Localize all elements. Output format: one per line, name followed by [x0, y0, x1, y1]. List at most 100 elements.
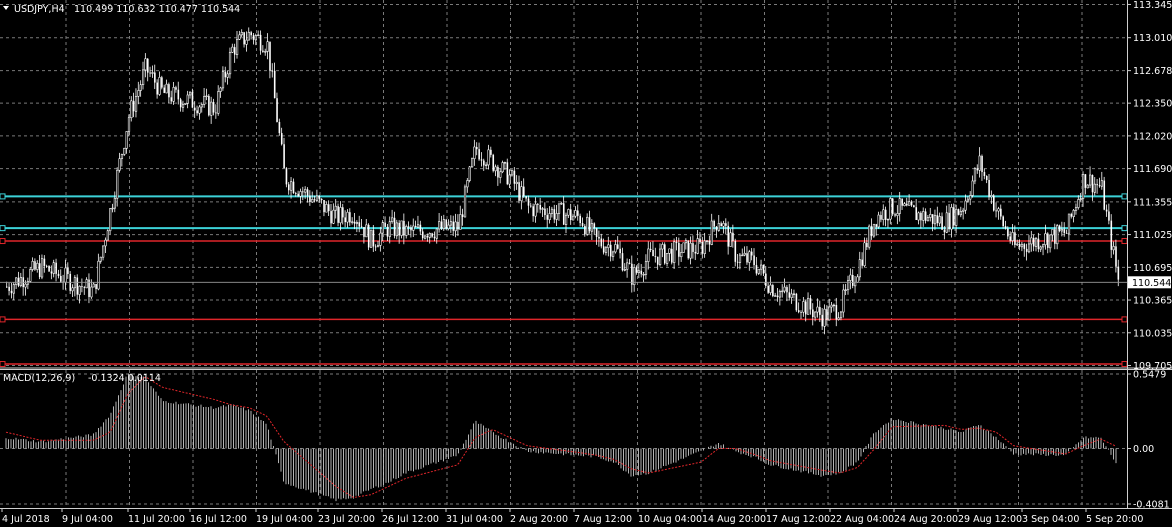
candle-up [849, 274, 852, 281]
candle-down [421, 231, 424, 239]
candle-down [687, 240, 690, 259]
candle-down [598, 236, 600, 239]
candle-down [50, 271, 53, 274]
candle-up [134, 95, 138, 112]
candle-down [692, 243, 694, 252]
candle-up [611, 251, 615, 257]
candle-up [238, 34, 241, 40]
candle-up [574, 210, 577, 217]
line-handle[interactable] [0, 361, 6, 368]
candle-up [254, 35, 258, 41]
candle-up [673, 241, 676, 263]
candle-down [208, 95, 210, 116]
time-tick-label: 31 Jul 04:00 [446, 514, 503, 525]
candle-down [530, 205, 532, 207]
candle-up [144, 58, 147, 71]
candle-down [701, 242, 704, 254]
candle-down [497, 166, 499, 178]
chart-canvas[interactable]: 113.345 113.010 112.678 112.350 112.020 111.6… [0, 0, 1172, 527]
candle-down [302, 191, 304, 193]
candle-up [856, 276, 859, 283]
candle-down [1018, 244, 1021, 247]
candle-up [623, 268, 626, 271]
candle-up [332, 209, 335, 224]
line-handle[interactable] [0, 316, 6, 323]
time-tick-label: 19 Jul 04:00 [256, 514, 313, 525]
candle-down [1047, 233, 1049, 248]
candle-down [170, 97, 173, 102]
candle-down [313, 199, 316, 201]
candle-up [971, 180, 974, 196]
candle-down [656, 256, 659, 265]
candle-up [503, 162, 507, 164]
time-tick-label: 5 Sep 20:00 [1086, 514, 1143, 525]
candle-up [1044, 233, 1047, 246]
candle-down [372, 230, 375, 247]
candle-up [814, 311, 817, 318]
candle-up [31, 261, 34, 270]
candle-down [525, 196, 527, 199]
line-handle[interactable] [0, 225, 6, 232]
candle-up [962, 209, 965, 212]
candle-down [795, 293, 798, 311]
candle-down [414, 225, 417, 228]
candle-up [315, 195, 319, 201]
candle-up [886, 218, 890, 221]
candle-up [1049, 234, 1052, 249]
candle-down [393, 217, 396, 236]
candle-down [262, 50, 264, 52]
candle-down [349, 212, 351, 223]
candle-down [732, 232, 734, 241]
candle-down [819, 307, 821, 315]
candle-up [26, 281, 30, 285]
candle-down [476, 146, 478, 150]
candle-down [306, 189, 309, 196]
candle-down [776, 295, 779, 298]
time-tick-label: 17 Aug 12:00 [766, 514, 830, 525]
candle-up [120, 154, 124, 159]
candle-down [619, 248, 621, 254]
candle-up [705, 240, 709, 242]
line-handle[interactable] [0, 193, 6, 200]
line-handle[interactable] [1121, 361, 1128, 368]
line-handle[interactable] [1121, 316, 1128, 323]
time-tick-label: 4 Jul 2018 [2, 514, 50, 525]
candle-down [280, 133, 283, 145]
candle-down [1063, 229, 1066, 234]
line-handle[interactable] [1121, 238, 1128, 245]
candle-up [614, 244, 617, 253]
candle-up [626, 262, 629, 270]
candle-up [858, 259, 861, 278]
candle-up [438, 221, 441, 230]
candle-down [870, 226, 873, 237]
time-tick-label: 16 Jul 12:00 [190, 514, 247, 525]
price-tick-label: 111.355 [1133, 197, 1172, 208]
line-handle[interactable] [1121, 193, 1128, 200]
candle-up [710, 220, 713, 245]
time-tick-label: 3 Sep 04:00 [1022, 514, 1079, 525]
candle-down [1091, 175, 1094, 193]
candle-down [506, 162, 509, 185]
candle-down [483, 160, 485, 166]
candle-up [473, 146, 476, 160]
candle-up [882, 209, 885, 220]
time-tick-label: 23 Jul 20:00 [318, 514, 375, 525]
candle-up [1016, 243, 1019, 246]
candle-up [1086, 184, 1089, 189]
time-tick-label: 7 Aug 12:00 [574, 514, 632, 525]
candle-up [102, 245, 105, 258]
candle-down [720, 223, 722, 227]
candle-down [426, 235, 429, 238]
candle-down [76, 277, 79, 295]
line-handle[interactable] [0, 238, 6, 245]
candle-down [363, 227, 365, 237]
candle-down [746, 253, 748, 263]
candle-up [666, 253, 669, 264]
candle-up [106, 230, 109, 241]
line-handle[interactable] [1121, 225, 1128, 232]
candle-up [1039, 246, 1042, 250]
candle-down [271, 70, 274, 72]
candle-down [342, 207, 344, 218]
candle-down [1070, 214, 1073, 217]
candle-up [682, 242, 685, 253]
